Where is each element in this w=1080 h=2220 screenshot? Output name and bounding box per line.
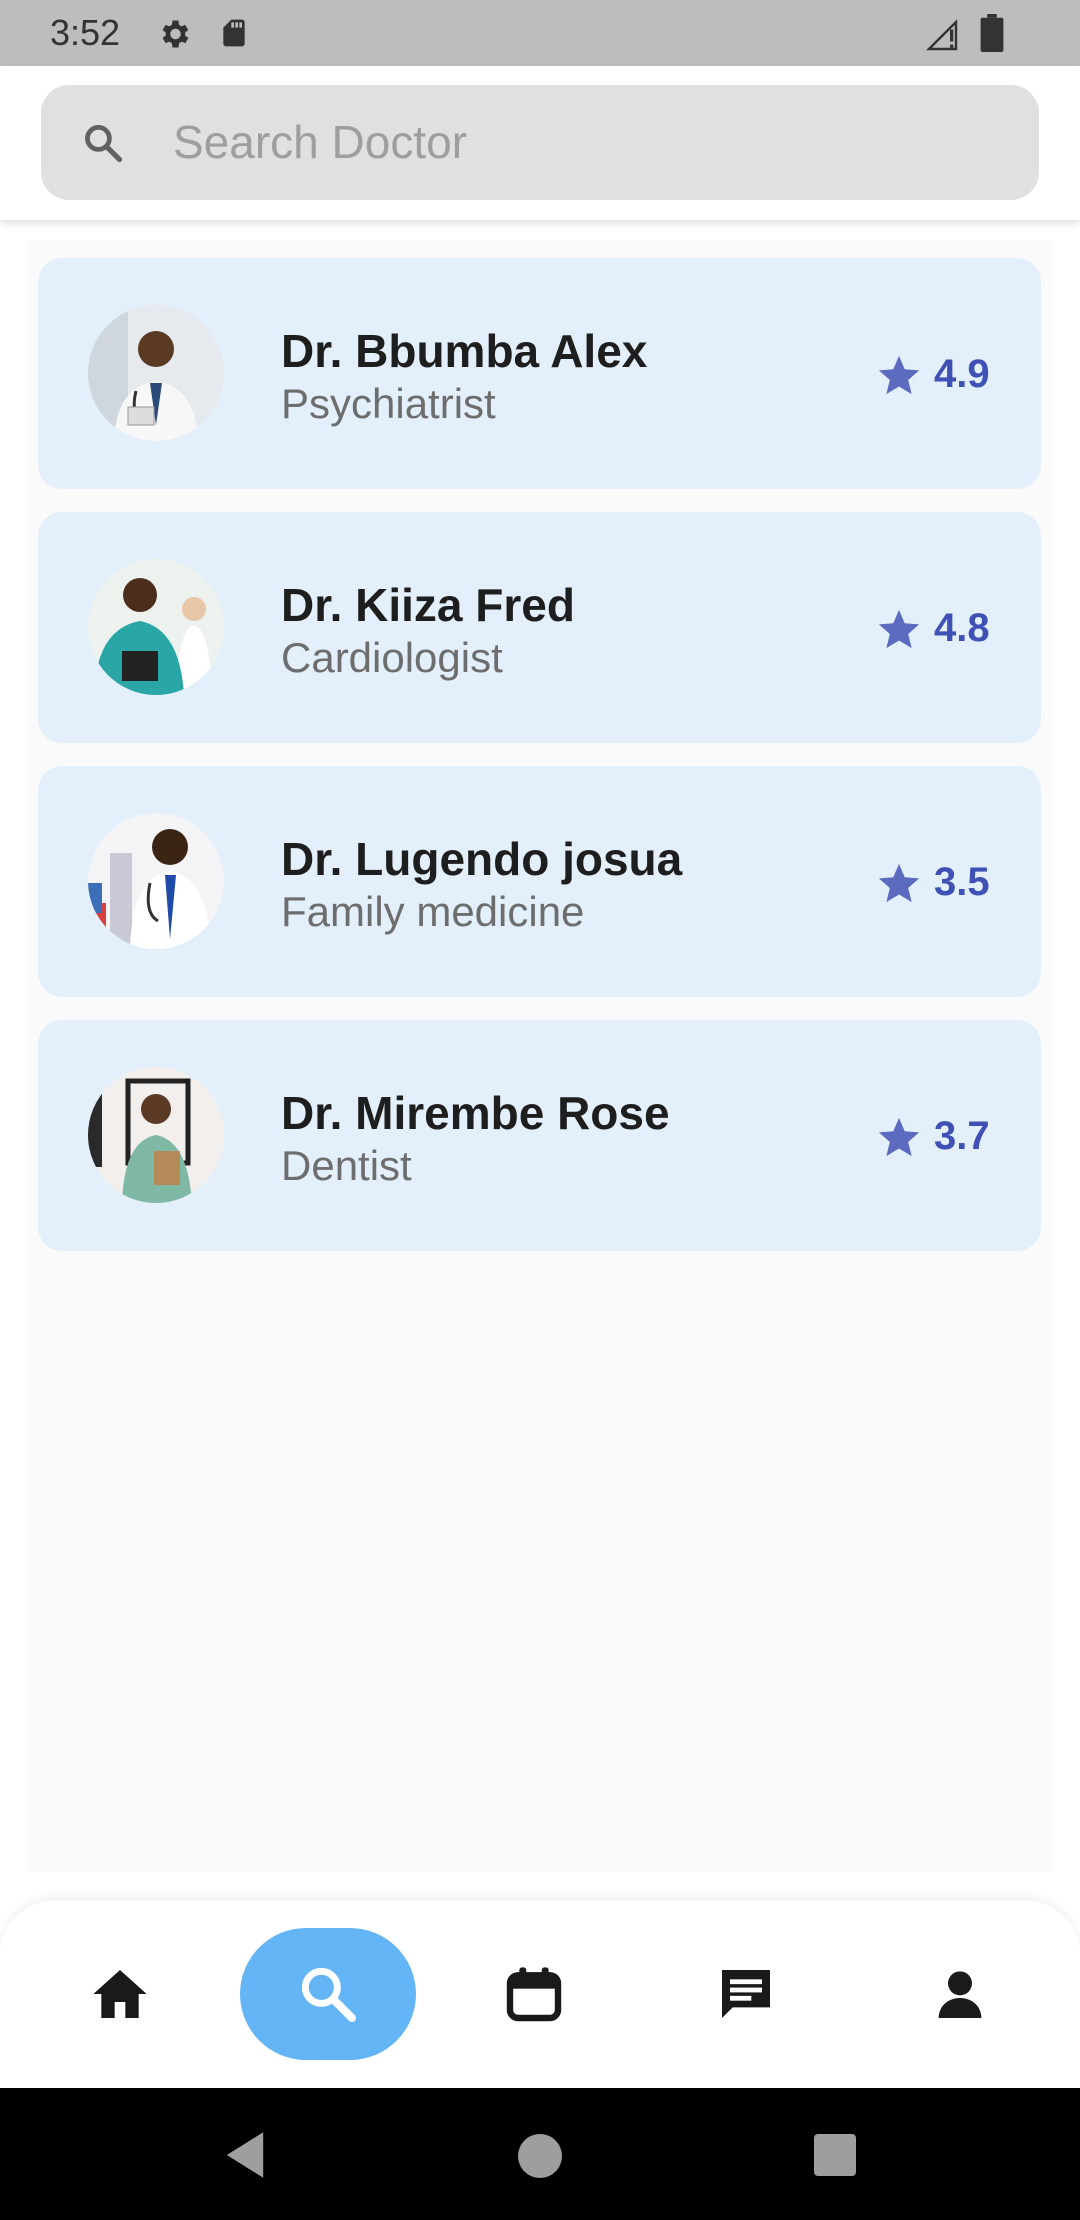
nav-search[interactable]	[240, 1928, 416, 2060]
doctor-rating: 4.8	[934, 606, 990, 650]
battery-icon	[980, 14, 1004, 52]
search-icon	[301, 1967, 356, 2022]
doctor-specialty: Dentist	[281, 1142, 412, 1189]
doctor-avatar	[88, 305, 224, 441]
doctor-card[interactable]: Dr. Mirembe Rose Dentist 3.7	[38, 1020, 1041, 1251]
person-icon	[938, 1971, 982, 2018]
doctor-name: Dr. Bbumba Alex	[281, 325, 648, 377]
doctor-specialty: Family medicine	[281, 888, 585, 935]
doctor-rating: 3.5	[934, 860, 990, 904]
doctor-rating: 4.9	[934, 352, 990, 396]
sd-card-icon	[223, 19, 245, 47]
doctor-name: Dr. Lugendo josua	[281, 833, 683, 885]
doctor-card[interactable]: Dr. Bbumba Alex Psychiatrist 4.9	[38, 258, 1041, 489]
search-bar[interactable]	[41, 85, 1039, 200]
recents-icon[interactable]	[814, 2134, 856, 2176]
status-time: 3:52	[50, 12, 121, 53]
doctor-name: Dr. Mirembe Rose	[281, 1087, 670, 1139]
star-icon	[878, 609, 920, 649]
nav-profile[interactable]	[872, 1928, 1048, 2060]
search-icon	[85, 125, 123, 163]
doctor-specialty: Cardiologist	[281, 634, 503, 681]
doctor-specialty: Psychiatrist	[281, 380, 496, 427]
settings-gear-icon	[162, 20, 189, 48]
doctor-avatar	[88, 559, 224, 695]
doctor-avatar	[88, 813, 224, 949]
home-icon	[93, 1970, 147, 2018]
star-icon	[878, 863, 920, 903]
star-icon	[878, 1117, 920, 1157]
doctor-card[interactable]: Dr. Lugendo josua Family medicine 3.5	[38, 766, 1041, 997]
status-bar: 3:52	[0, 0, 1080, 66]
doctor-card[interactable]: Dr. Kiiza Fred Cardiologist 4.8	[38, 512, 1041, 743]
nav-messages[interactable]	[658, 1928, 834, 2060]
system-navigation-bar	[0, 2088, 1080, 2220]
back-icon[interactable]	[222, 2130, 268, 2180]
bottom-navigation	[0, 1900, 1080, 2088]
nav-appointments[interactable]	[446, 1928, 622, 2060]
home-button-icon[interactable]	[518, 2134, 562, 2178]
search-header	[0, 66, 1080, 220]
nav-home[interactable]	[32, 1928, 208, 2060]
doctor-avatar	[88, 1067, 224, 1203]
search-input[interactable]	[173, 107, 973, 177]
doctor-rating: 3.7	[934, 1114, 990, 1158]
calendar-icon	[506, 1967, 562, 2022]
star-icon	[878, 355, 920, 395]
doctor-name: Dr. Kiiza Fred	[281, 579, 575, 631]
signal-icon	[926, 19, 958, 51]
chat-icon	[722, 1970, 770, 2018]
